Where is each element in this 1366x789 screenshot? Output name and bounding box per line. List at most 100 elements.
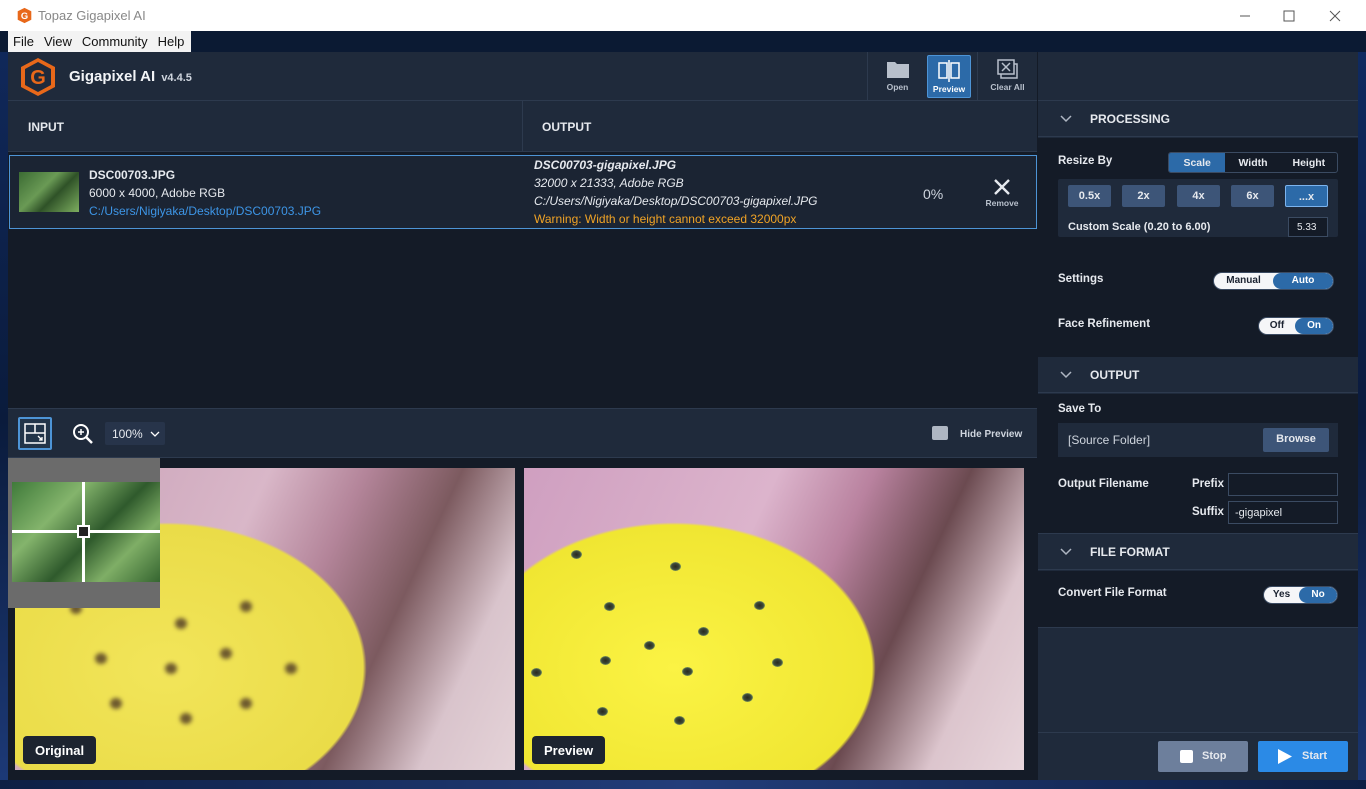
zoom-icon[interactable] (72, 423, 94, 445)
processing-section: Resize By Scale Width Height 0.5x 2x 4x … (1038, 138, 1358, 358)
remove-button[interactable]: Remove (982, 178, 1022, 208)
output-info: 32000 x 21333, Adobe RGB (534, 176, 684, 190)
prefix-input[interactable] (1228, 473, 1338, 496)
input-path[interactable]: C:/Users/Nigiyaka/Desktop/DSC00703.JPG (89, 204, 321, 218)
play-icon (1278, 749, 1292, 764)
input-info: 6000 x 4000, Adobe RGB (89, 186, 226, 200)
resize-scale-option[interactable]: Scale (1169, 153, 1226, 172)
folder-icon (886, 62, 909, 78)
clear-all-button[interactable]: Clear All (977, 52, 1037, 101)
hide-preview-button[interactable]: Hide Preview (932, 426, 1022, 440)
menu-file[interactable]: File (8, 31, 39, 52)
face-off-option[interactable]: Off (1259, 318, 1295, 334)
scale-custom-button[interactable]: ...x (1285, 185, 1328, 207)
output-filename-label: Output Filename (1058, 478, 1149, 490)
resize-height-option[interactable]: Height (1281, 153, 1337, 172)
chevron-down-icon (1060, 115, 1072, 123)
output-section: Save To [Source Folder] Browse Output Fi… (1038, 394, 1358, 534)
action-bar: Stop Start (1038, 732, 1358, 780)
preview-label: Preview (932, 84, 966, 94)
resize-by-label: Resize By (1058, 155, 1113, 167)
resize-width-option[interactable]: Width (1225, 153, 1280, 172)
settings-auto-option[interactable]: Auto (1273, 273, 1333, 289)
file-format-section-header[interactable]: FILE FORMAT (1038, 534, 1358, 570)
preview-toolbar: 100% Hide Preview (8, 408, 1037, 458)
stop-button[interactable]: Stop (1158, 741, 1248, 772)
output-filename: DSC00703-gigapixel.JPG (534, 158, 677, 172)
column-divider (522, 101, 523, 152)
settings-manual-option[interactable]: Manual (1214, 273, 1273, 289)
processing-section-header[interactable]: PROCESSING (1038, 101, 1358, 137)
menu-community[interactable]: Community (77, 31, 153, 52)
face-on-option[interactable]: On (1295, 318, 1333, 334)
preview-button[interactable]: Preview (927, 55, 971, 98)
output-path: C:/Users/Nigiyaka/Desktop/DSC00703-gigap… (534, 194, 818, 208)
settings-toggle: Manual Auto (1213, 272, 1334, 290)
convert-no-option[interactable]: No (1299, 587, 1337, 603)
gigapixel-logo-icon: G (21, 58, 55, 96)
preview-pane[interactable]: Preview (524, 468, 1024, 770)
custom-scale-input[interactable]: 5.33 (1288, 217, 1328, 237)
save-folder-path: [Source Folder] (1068, 433, 1151, 447)
custom-scale-label: Custom Scale (0.20 to 6.00) (1068, 221, 1211, 233)
app-window: G Topaz Gigapixel AI File View Community… (0, 0, 1366, 789)
resize-by-selector: Scale Width Height (1168, 152, 1338, 173)
maximize-icon (1283, 10, 1295, 21)
navigator-thumbnail[interactable] (8, 458, 160, 608)
maximize-button[interactable] (1266, 0, 1312, 31)
file-row[interactable]: DSC00703.JPG 6000 x 4000, Adobe RGB C:/U… (9, 155, 1037, 229)
zoom-value: 100% (112, 427, 143, 441)
desktop-backdrop (1358, 52, 1366, 789)
clear-all-icon (996, 59, 1018, 79)
app-header: G Gigapixel AI v4.4.5 Open Preview Clear… (8, 52, 1037, 101)
file-format-title: FILE FORMAT (1090, 545, 1170, 559)
stop-label: Stop (1202, 750, 1227, 762)
processing-title: PROCESSING (1090, 112, 1171, 126)
minimize-button[interactable] (1222, 0, 1268, 31)
zoom-select[interactable]: 100% (105, 422, 165, 445)
navigator-toggle-button[interactable] (18, 417, 52, 450)
desktop-backdrop (0, 780, 1366, 789)
app-name: Gigapixel AI (69, 68, 156, 85)
settings-label: Settings (1058, 273, 1104, 285)
preview-label: Preview (532, 736, 606, 764)
chevron-down-icon (1060, 371, 1072, 379)
navigator-icon (24, 423, 46, 444)
input-filename: DSC00703.JPG (89, 168, 176, 182)
minimize-icon (1240, 15, 1250, 16)
browse-button[interactable]: Browse (1263, 428, 1329, 452)
stop-icon (1180, 750, 1193, 763)
original-label: Original (23, 736, 97, 764)
convert-yes-option[interactable]: Yes (1264, 587, 1299, 603)
suffix-input[interactable]: -gigapixel (1228, 501, 1338, 524)
file-format-section: Convert File Format Yes No (1038, 571, 1358, 628)
chevron-down-icon (1060, 548, 1072, 556)
desktop-backdrop (0, 52, 8, 789)
close-window-button[interactable] (1312, 0, 1358, 31)
prefix-label: Prefix (1192, 478, 1224, 490)
menu-help[interactable]: Help (153, 31, 190, 52)
scale-6x-button[interactable]: 6x (1231, 185, 1274, 207)
input-column-header: INPUT (28, 120, 64, 134)
svg-text:G: G (21, 11, 28, 21)
hide-preview-icon (932, 426, 948, 440)
hide-preview-label: Hide Preview (960, 429, 1023, 440)
start-button[interactable]: Start (1258, 741, 1348, 772)
scale-4x-button[interactable]: 4x (1177, 185, 1220, 207)
chevron-down-icon (150, 431, 160, 437)
start-label: Start (1302, 750, 1328, 762)
menu-view[interactable]: View (39, 31, 77, 52)
navigator-handle[interactable] (77, 525, 90, 538)
split-view-icon (938, 60, 960, 82)
svg-text:G: G (30, 67, 46, 89)
scale-2x-button[interactable]: 2x (1122, 185, 1165, 207)
progress-percent: 0% (923, 186, 944, 202)
output-title: OUTPUT (1090, 368, 1140, 382)
convert-format-label: Convert File Format (1058, 587, 1167, 599)
output-section-header[interactable]: OUTPUT (1038, 357, 1358, 393)
scale-0-5x-button[interactable]: 0.5x (1068, 185, 1111, 207)
open-label: Open (886, 82, 909, 92)
right-header (1038, 52, 1358, 101)
remove-icon (994, 179, 1010, 195)
open-button[interactable]: Open (867, 52, 927, 101)
